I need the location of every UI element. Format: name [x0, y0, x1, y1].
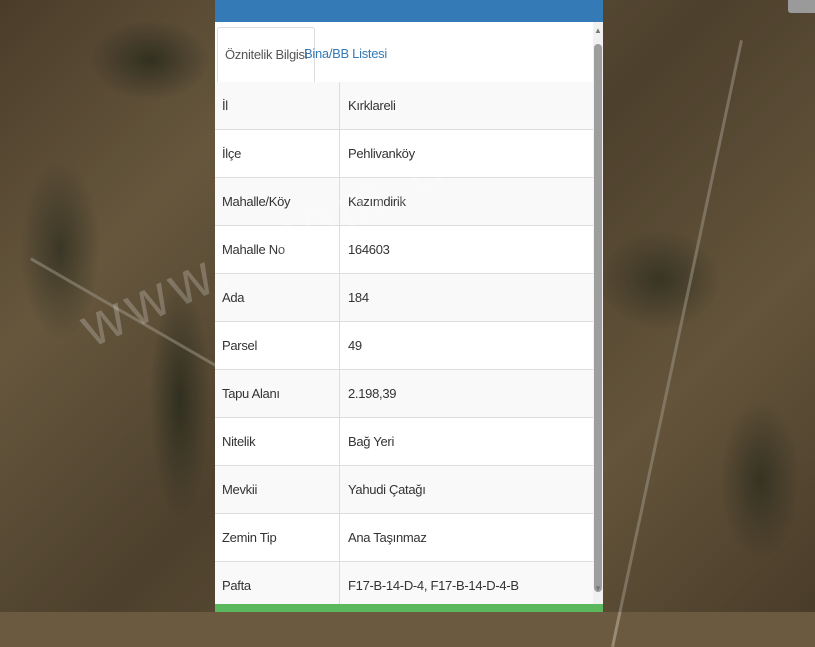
row-value: 184: [348, 290, 369, 305]
tab-bar: Öznitelik Bilgisi Bina/BB Listesi: [215, 22, 593, 83]
row-value: Kırklareli: [348, 98, 396, 113]
row-value: 164603: [348, 242, 390, 257]
attribute-info-panel: Öznitelik Bilgisi Bina/BB Listesi İl Kırk…: [215, 0, 603, 612]
panel-footer-bar: [215, 604, 603, 612]
row-value: Pehlivanköy: [348, 146, 415, 161]
row-key: Nitelik: [215, 418, 340, 465]
scroll-thumb[interactable]: [594, 44, 602, 592]
row-key: Ada: [215, 274, 340, 321]
table-row: Nitelik Bağ Yeri: [215, 418, 593, 466]
map-control-button[interactable]: [788, 0, 815, 13]
row-value: F17-B-14-D-4, F17-B-14-D-4-B: [348, 578, 519, 593]
table-row: Zemin Tip Ana Taşınmaz: [215, 514, 593, 562]
row-key: Mevkii: [215, 466, 340, 513]
panel-header: [215, 0, 603, 22]
table-row: Mevkii Yahudi Çatağı: [215, 466, 593, 514]
scroll-down-arrow-icon[interactable]: ▼: [594, 584, 602, 593]
row-value: 2.198,39: [348, 386, 397, 401]
row-value: Ana Taşınmaz: [348, 530, 427, 545]
table-row: Ada 184: [215, 274, 593, 322]
row-key: Mahalle/Köy: [215, 178, 340, 225]
scrollbar[interactable]: ▲ ▼: [593, 22, 603, 606]
table-row: Tapu Alanı 2.198,39: [215, 370, 593, 418]
table-row: İlçe Pehlivanköy: [215, 130, 593, 178]
row-key: Pafta: [215, 562, 340, 609]
row-value: Yahudi Çatağı: [348, 482, 426, 497]
row-key: İl: [215, 82, 340, 129]
table-row: Parsel 49: [215, 322, 593, 370]
attribute-table: İl Kırklareli İlçe Pehlivanköy Mahalle/Köy…: [215, 82, 593, 610]
row-key: Parsel: [215, 322, 340, 369]
table-row: Mahalle/Köy Kazımdirik: [215, 178, 593, 226]
table-row: Mahalle No 164603: [215, 226, 593, 274]
row-key: Zemin Tip: [215, 514, 340, 561]
row-key: İlçe: [215, 130, 340, 177]
tab-building-list[interactable]: Bina/BB Listesi: [297, 27, 394, 81]
row-value: 49: [348, 338, 362, 353]
table-row: İl Kırklareli: [215, 82, 593, 130]
scroll-up-arrow-icon[interactable]: ▲: [594, 26, 602, 35]
row-key: Mahalle No: [215, 226, 340, 273]
row-key: Tapu Alanı: [215, 370, 340, 417]
row-value: Kazımdirik: [348, 194, 406, 209]
row-value: Bağ Yeri: [348, 434, 395, 449]
table-row: Pafta F17-B-14-D-4, F17-B-14-D-4-B: [215, 562, 593, 610]
